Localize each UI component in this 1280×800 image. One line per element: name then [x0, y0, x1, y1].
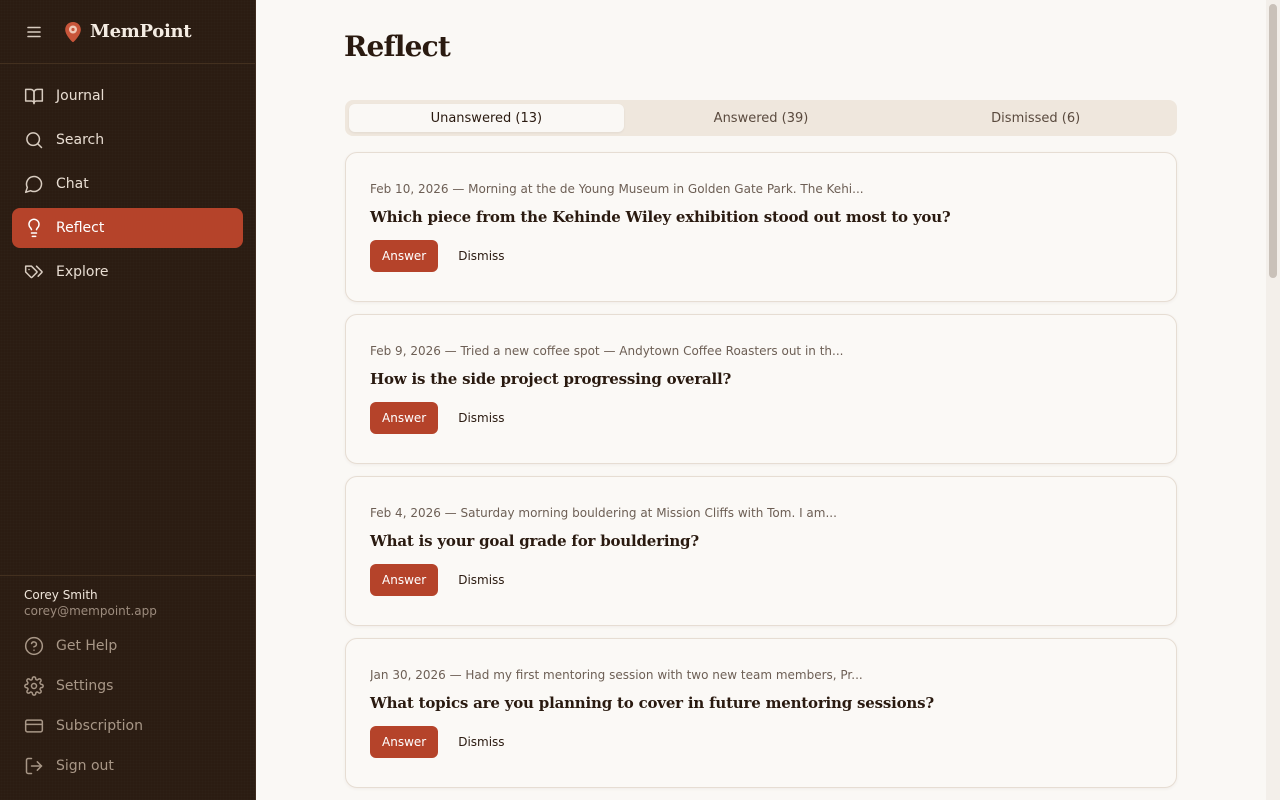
answer-button[interactable]: Answer — [370, 240, 439, 272]
main-content: Reflect Unanswered (13) Answered (39) Di… — [256, 0, 1266, 800]
card-question: What is your goal grade for bouldering? — [370, 532, 699, 550]
sign-out-link[interactable]: Sign out — [12, 746, 244, 786]
answer-button[interactable]: Answer — [370, 726, 439, 758]
tab-dismissed[interactable]: Dismissed (6) — [898, 104, 1173, 132]
card-question: Which piece from the Kehinde Wiley exhib… — [370, 208, 951, 226]
map-pin-logo-icon — [65, 21, 81, 42]
sign-out-icon — [25, 757, 43, 775]
footer-item-label: Settings — [56, 678, 114, 694]
menu-icon[interactable] — [24, 22, 44, 42]
footer-item-label: Subscription — [56, 718, 143, 734]
dismiss-button[interactable]: Dismiss — [446, 240, 516, 272]
card-actions: Answer Dismiss — [370, 402, 1152, 434]
get-help-link[interactable]: Get Help — [12, 626, 244, 666]
app-name: MemPoint — [90, 21, 192, 42]
search-icon — [26, 132, 43, 149]
reflection-card: Feb 4, 2026 — Saturday morning boulderin… — [345, 476, 1177, 626]
sidebar-item-label: Explore — [56, 264, 109, 280]
sidebar-item-label: Reflect — [56, 220, 105, 236]
chat-bubble-icon — [24, 175, 43, 194]
user-email: corey@mempoint.app — [24, 604, 157, 618]
lightbulb-icon — [28, 218, 40, 238]
sidebar: MemPoint Journal Search Chat Reflect Exp… — [0, 0, 256, 800]
tags-icon — [24, 265, 43, 279]
user-name: Corey Smith — [24, 588, 98, 602]
vertical-scrollbar[interactable] — [1266, 0, 1280, 800]
reflection-card: Feb 9, 2026 — Tried a new coffee spot — … — [345, 314, 1177, 464]
sidebar-header: MemPoint — [0, 0, 255, 64]
app-logo[interactable]: MemPoint — [64, 21, 192, 43]
card-question: What topics are you planning to cover in… — [370, 694, 934, 712]
book-icon — [24, 88, 44, 105]
settings-link[interactable]: Settings — [12, 666, 244, 706]
reflection-card: Feb 10, 2026 — Morning at the de Young M… — [345, 152, 1177, 302]
tab-answered[interactable]: Answered (39) — [624, 104, 899, 132]
footer-item-label: Sign out — [56, 758, 114, 774]
gear-icon — [24, 676, 44, 696]
reflection-card: Jan 30, 2026 — Had my first mentoring se… — [345, 638, 1177, 788]
reflect-tabs: Unanswered (13) Answered (39) Dismissed … — [345, 100, 1177, 136]
dismiss-button[interactable]: Dismiss — [446, 402, 516, 434]
page-title: Reflect — [344, 30, 451, 63]
card-actions: Answer Dismiss — [370, 564, 1152, 596]
answer-button[interactable]: Answer — [370, 402, 439, 434]
sidebar-item-label: Journal — [56, 88, 105, 104]
dismiss-button[interactable]: Dismiss — [446, 726, 516, 758]
sidebar-footer: Corey Smith corey@mempoint.app Get Help … — [0, 575, 256, 800]
card-entry-snippet: Feb 9, 2026 — Tried a new coffee spot — … — [370, 344, 844, 358]
sidebar-item-journal[interactable]: Journal — [12, 76, 243, 116]
sidebar-item-reflect[interactable]: Reflect — [12, 208, 243, 248]
credit-card-icon — [24, 719, 44, 733]
card-actions: Answer Dismiss — [370, 726, 1152, 758]
scrollbar-thumb[interactable] — [1269, 4, 1277, 278]
card-actions: Answer Dismiss — [370, 240, 1152, 272]
sidebar-item-search[interactable]: Search — [12, 120, 243, 160]
help-circle-icon — [24, 636, 44, 656]
tab-unanswered[interactable]: Unanswered (13) — [349, 104, 624, 132]
sidebar-nav: Journal Search Chat Reflect Explore — [0, 64, 255, 308]
sidebar-item-chat[interactable]: Chat — [12, 164, 243, 204]
card-entry-snippet: Jan 30, 2026 — Had my first mentoring se… — [370, 668, 863, 682]
card-entry-snippet: Feb 10, 2026 — Morning at the de Young M… — [370, 182, 864, 196]
card-question: How is the side project progressing over… — [370, 370, 732, 388]
card-entry-snippet: Feb 4, 2026 — Saturday morning boulderin… — [370, 506, 837, 520]
sidebar-item-label: Chat — [56, 176, 89, 192]
dismiss-button[interactable]: Dismiss — [446, 564, 516, 596]
sidebar-item-explore[interactable]: Explore — [12, 252, 243, 292]
answer-button[interactable]: Answer — [370, 564, 439, 596]
footer-item-label: Get Help — [56, 638, 118, 654]
sidebar-item-label: Search — [56, 132, 105, 148]
subscription-link[interactable]: Subscription — [12, 706, 244, 746]
